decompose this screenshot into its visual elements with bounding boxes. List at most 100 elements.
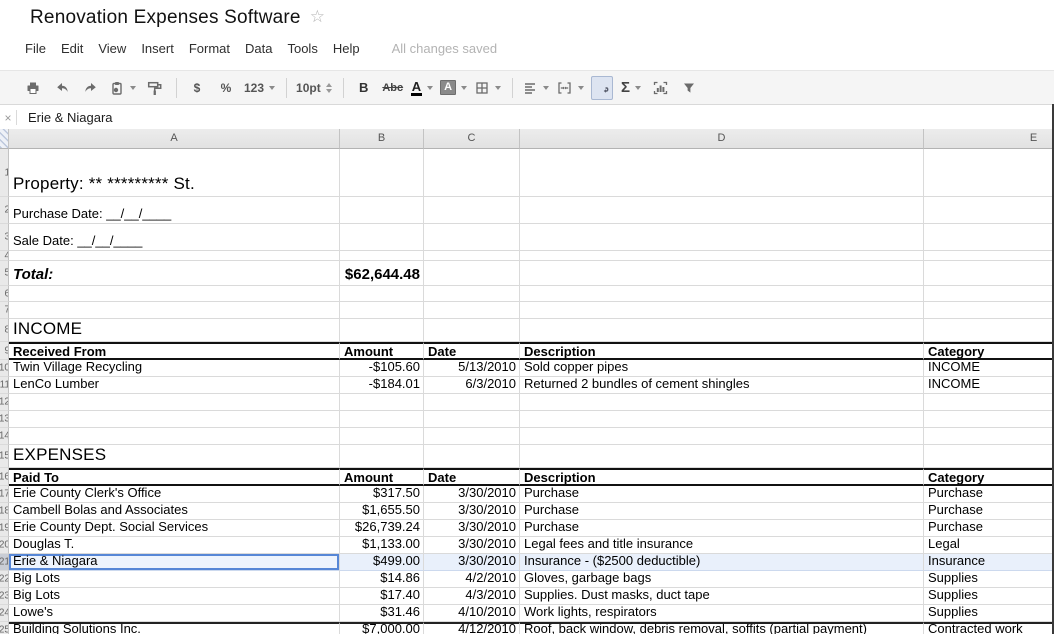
- cell-E16[interactable]: Category: [924, 468, 1054, 486]
- cell-C6[interactable]: [424, 286, 520, 302]
- cell-D19[interactable]: Purchase: [520, 520, 924, 537]
- cell-C12[interactable]: [424, 394, 520, 411]
- cell-B25[interactable]: $7,000.00: [340, 622, 424, 634]
- cell-B9[interactable]: Amount: [340, 342, 424, 360]
- menu-view[interactable]: View: [98, 41, 126, 56]
- paste-button[interactable]: [109, 76, 136, 100]
- cell-E11[interactable]: INCOME: [924, 377, 1054, 394]
- cell-E21[interactable]: Insurance: [924, 554, 1054, 571]
- percent-format-button[interactable]: %: [215, 76, 237, 100]
- cell-A14[interactable]: [9, 428, 340, 445]
- row-header-13[interactable]: 13: [0, 411, 9, 428]
- cell-E20[interactable]: Legal: [924, 537, 1054, 554]
- number-format-caret[interactable]: [269, 86, 275, 90]
- cell-E19[interactable]: Purchase: [924, 520, 1054, 537]
- cell-A8[interactable]: INCOME: [9, 319, 340, 342]
- cell-E5[interactable]: [924, 261, 1054, 286]
- cell-B8[interactable]: [340, 319, 424, 342]
- cell-B24[interactable]: $31.46: [340, 605, 424, 622]
- cell-C1[interactable]: [424, 149, 520, 197]
- row-header-12[interactable]: 12: [0, 394, 9, 411]
- cell-B5[interactable]: $62,644.48: [340, 261, 424, 286]
- cell-A21[interactable]: Erie & Niagara: [9, 554, 340, 571]
- cell-A4[interactable]: [9, 251, 340, 261]
- cell-C24[interactable]: 4/10/2010: [424, 605, 520, 622]
- menu-data[interactable]: Data: [245, 41, 272, 56]
- cell-E7[interactable]: [924, 302, 1054, 319]
- cell-D7[interactable]: [520, 302, 924, 319]
- number-format-button[interactable]: 123: [244, 76, 275, 100]
- cell-B4[interactable]: [340, 251, 424, 261]
- cell-A22[interactable]: Big Lots: [9, 571, 340, 588]
- bold-button[interactable]: B: [353, 76, 375, 100]
- paste-dropdown-caret[interactable]: [130, 86, 136, 90]
- cell-D13[interactable]: [520, 411, 924, 428]
- cell-C23[interactable]: 4/3/2010: [424, 588, 520, 605]
- row-header-22[interactable]: 22: [0, 571, 9, 588]
- cell-B16[interactable]: Amount: [340, 468, 424, 486]
- cell-E2[interactable]: [924, 197, 1054, 224]
- cell-D8[interactable]: [520, 319, 924, 342]
- row-header-11[interactable]: 11: [0, 377, 9, 394]
- cell-C21[interactable]: 3/30/2010: [424, 554, 520, 571]
- text-color-caret[interactable]: [427, 86, 433, 90]
- cell-B2[interactable]: [340, 197, 424, 224]
- menu-insert[interactable]: Insert: [141, 41, 174, 56]
- cell-E12[interactable]: [924, 394, 1054, 411]
- cell-D18[interactable]: Purchase: [520, 503, 924, 520]
- cell-D22[interactable]: Gloves, garbage bags: [520, 571, 924, 588]
- document-title[interactable]: Renovation Expenses Software: [30, 7, 301, 29]
- cell-A15[interactable]: EXPENSES: [9, 445, 340, 468]
- row-header-6[interactable]: 6: [0, 286, 9, 302]
- cell-D1[interactable]: [520, 149, 924, 197]
- column-header-C[interactable]: C: [424, 129, 520, 149]
- functions-button[interactable]: Σ: [620, 76, 642, 100]
- cell-A9[interactable]: Received From: [9, 342, 340, 360]
- row-header-23[interactable]: 23: [0, 588, 9, 605]
- cell-B14[interactable]: [340, 428, 424, 445]
- cell-C25[interactable]: 4/12/2010: [424, 622, 520, 634]
- cell-C7[interactable]: [424, 302, 520, 319]
- cell-A24[interactable]: Lowe's: [9, 605, 340, 622]
- cell-E22[interactable]: Supplies: [924, 571, 1054, 588]
- cell-C10[interactable]: 5/13/2010: [424, 360, 520, 377]
- cell-A23[interactable]: Big Lots: [9, 588, 340, 605]
- cell-D25[interactable]: Roof, back window, debris removal, soffi…: [520, 622, 924, 634]
- cell-C19[interactable]: 3/30/2010: [424, 520, 520, 537]
- cell-D11[interactable]: Returned 2 bundles of cement shingles: [520, 377, 924, 394]
- cell-B17[interactable]: $317.50: [340, 486, 424, 503]
- cell-C16[interactable]: Date: [424, 468, 520, 486]
- cell-D17[interactable]: Purchase: [520, 486, 924, 503]
- cell-B6[interactable]: [340, 286, 424, 302]
- cell-A25[interactable]: Building Solutions Inc.: [9, 622, 340, 634]
- cell-A19[interactable]: Erie County Dept. Social Services: [9, 520, 340, 537]
- row-header-18[interactable]: 18: [0, 503, 9, 520]
- cell-C5[interactable]: [424, 261, 520, 286]
- select-all-corner[interactable]: [0, 129, 9, 149]
- row-header-21[interactable]: 21: [0, 554, 9, 571]
- cell-D2[interactable]: [520, 197, 924, 224]
- wrap-text-button[interactable]: [591, 76, 613, 100]
- cell-C13[interactable]: [424, 411, 520, 428]
- cell-A17[interactable]: Erie County Clerk's Office: [9, 486, 340, 503]
- text-color-button[interactable]: A: [411, 76, 433, 100]
- cell-D16[interactable]: Description: [520, 468, 924, 486]
- row-header-9[interactable]: 9: [0, 342, 9, 360]
- row-header-8[interactable]: 8: [0, 319, 9, 342]
- row-header-15[interactable]: 15: [0, 445, 9, 468]
- column-header-B[interactable]: B: [340, 129, 424, 149]
- cell-D23[interactable]: Supplies. Dust masks, duct tape: [520, 588, 924, 605]
- cell-A2[interactable]: Purchase Date: __/__/____: [9, 197, 340, 224]
- cell-C15[interactable]: [424, 445, 520, 468]
- cell-E17[interactable]: Purchase: [924, 486, 1054, 503]
- cell-C17[interactable]: 3/30/2010: [424, 486, 520, 503]
- cell-C8[interactable]: [424, 319, 520, 342]
- menu-file[interactable]: File: [25, 41, 46, 56]
- redo-button[interactable]: [80, 76, 102, 100]
- cell-D4[interactable]: [520, 251, 924, 261]
- cell-E14[interactable]: [924, 428, 1054, 445]
- insert-chart-button[interactable]: [649, 76, 671, 100]
- undo-button[interactable]: [51, 76, 73, 100]
- row-header-20[interactable]: 20: [0, 537, 9, 554]
- cell-E23[interactable]: Supplies: [924, 588, 1054, 605]
